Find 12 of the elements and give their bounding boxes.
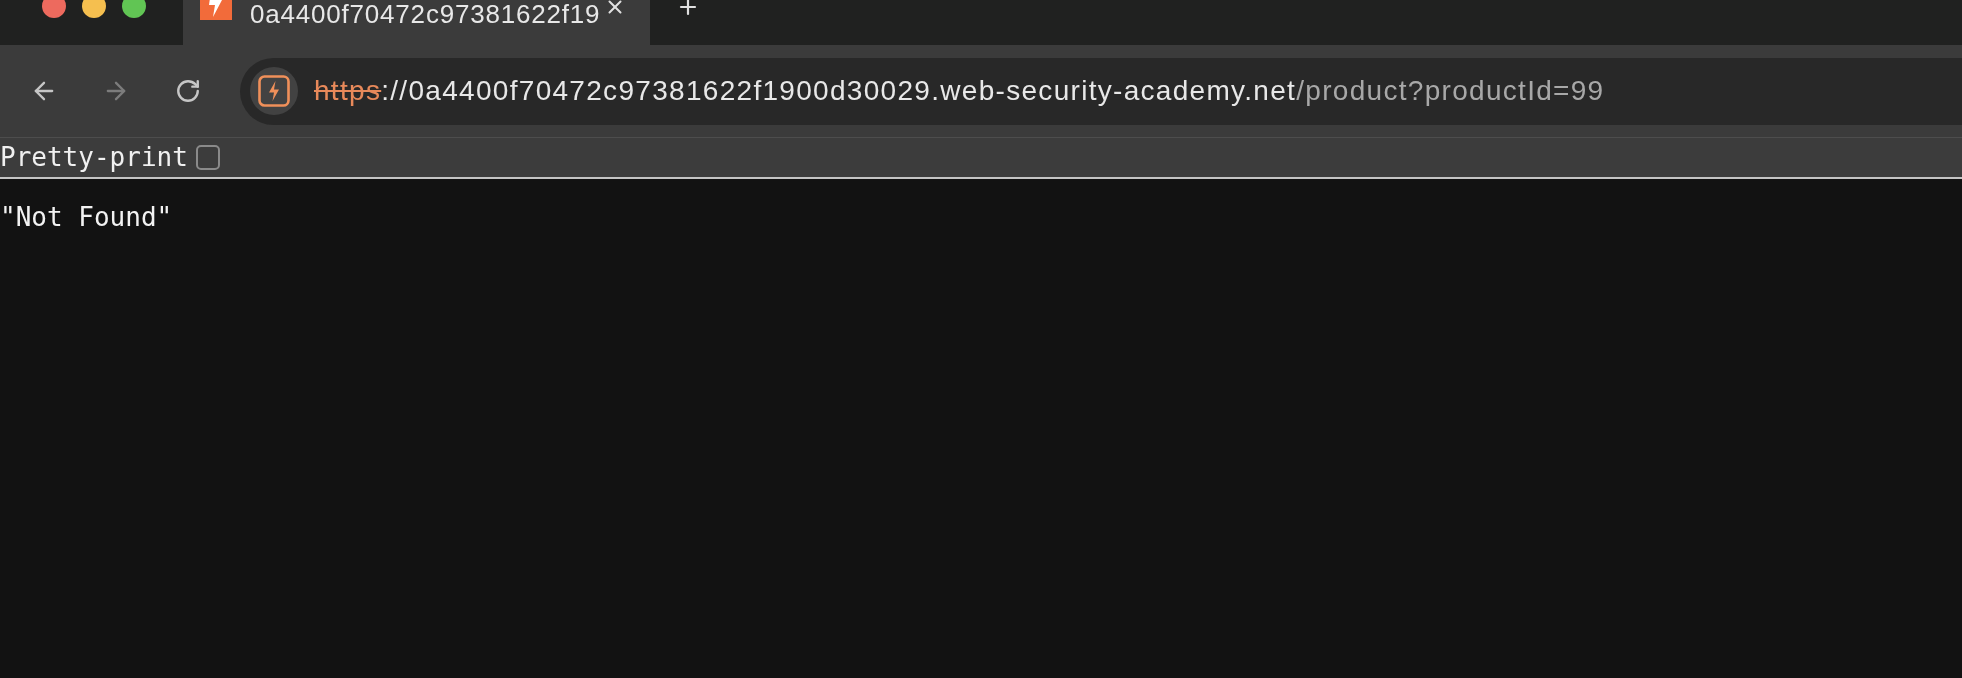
reload-icon xyxy=(175,78,201,104)
window-close-button[interactable] xyxy=(42,0,66,18)
url-text: https://0a4400f70472c97381622f1900d30029.web-security-academy.net/product?productId=99 xyxy=(314,77,1605,105)
window-minimize-button[interactable] xyxy=(82,0,106,18)
site-info-button[interactable] xyxy=(250,67,298,115)
window-zoom-button[interactable] xyxy=(122,0,146,18)
pretty-print-checkbox[interactable] xyxy=(195,145,220,170)
browser-tab[interactable]: 0a4400f70472c97381622f19 xyxy=(183,0,650,45)
address-bar[interactable]: https://0a4400f70472c97381622f1900d30029.web-security-academy.net/product?productId=99 xyxy=(240,57,1962,125)
bolt-square-icon xyxy=(258,75,290,107)
pretty-print-label: Pretty-print xyxy=(0,141,188,174)
response-text: "Not Found" xyxy=(0,202,173,234)
